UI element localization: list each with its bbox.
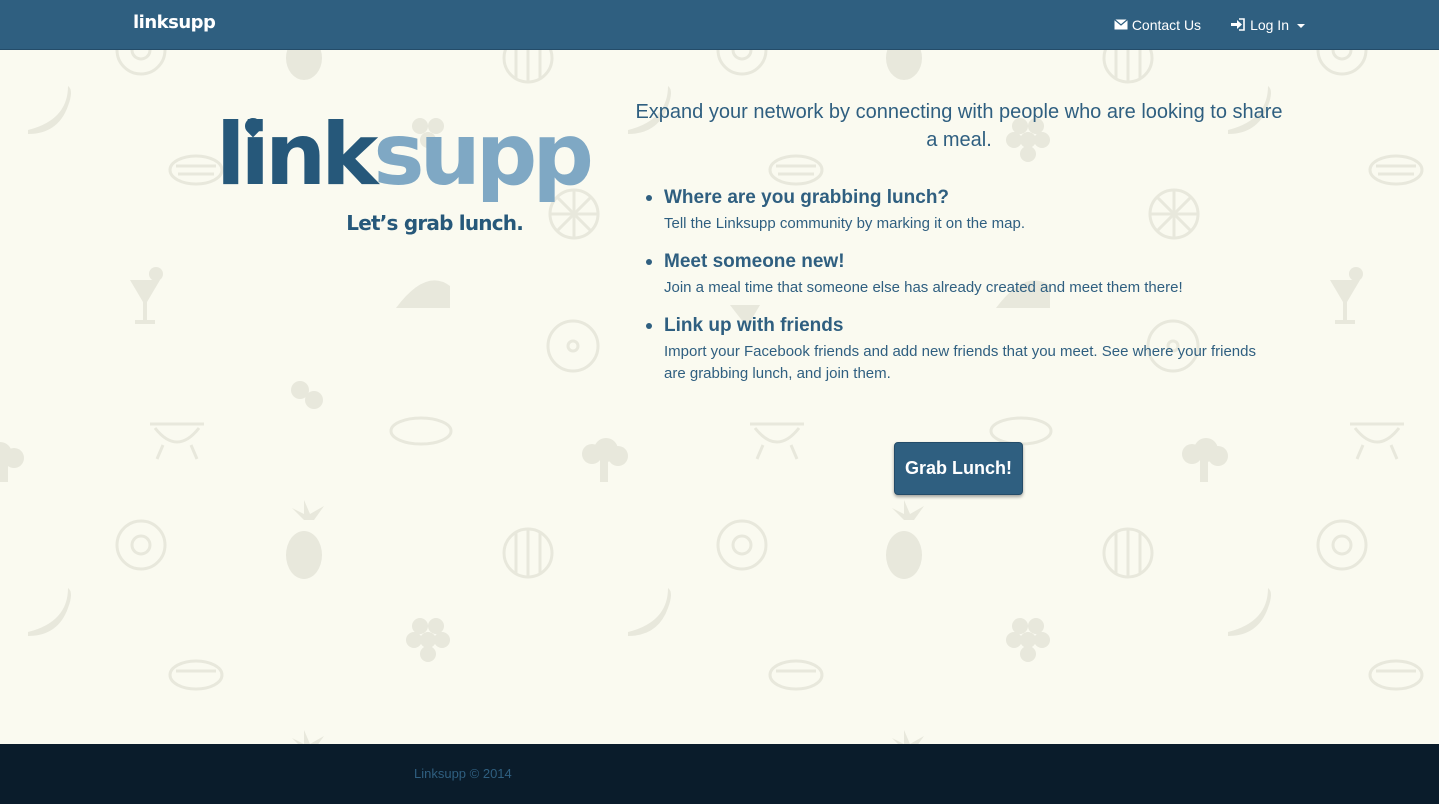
steak-icon [168, 659, 224, 691]
donut-icon [115, 50, 167, 76]
banana-icon [1228, 588, 1271, 636]
contact-us-label: Contact Us [1131, 16, 1202, 33]
footer-copyright: Linksupp © 2014 [414, 766, 512, 781]
feature-item: Meet someone new! Join a meal time that … [646, 250, 1264, 299]
watermelon-icon [1102, 50, 1154, 84]
steak-icon [168, 154, 224, 186]
pineapple-icon [886, 50, 922, 80]
logo-word-light: supp [373, 105, 594, 205]
broccoli-icon [582, 438, 628, 482]
feature-title: Link up with friends [664, 315, 844, 336]
feature-item: Where are you grabbing lunch? Tell the L… [646, 186, 1264, 235]
navbar-brand-link[interactable]: linksupp [133, 12, 216, 33]
feature-description: Tell the Linksupp community by marking i… [664, 215, 1026, 232]
feature-title: Where are you grabbing lunch? [664, 187, 950, 208]
banana-icon [28, 588, 71, 636]
steak-icon [1368, 154, 1424, 186]
donut-icon [1316, 50, 1368, 76]
log-in-dropdown[interactable]: Log In [1231, 17, 1305, 33]
pineapple-icon [886, 500, 924, 579]
watermelon-icon [502, 527, 554, 579]
feature-description: Join a meal time that someone else has a… [664, 279, 1183, 296]
sausage-icon [389, 416, 453, 446]
donut-icon [716, 50, 768, 76]
log-in-label: Log In [1250, 16, 1289, 33]
donut-icon [716, 519, 768, 571]
broccoli-icon [1182, 438, 1228, 482]
pineapple-icon [892, 730, 924, 744]
steak-icon [768, 154, 824, 186]
banana-icon [628, 588, 671, 636]
grill-icon [150, 422, 204, 460]
cherries-icon [291, 381, 323, 409]
watermelon-icon [502, 50, 554, 84]
donut-icon [1316, 519, 1368, 571]
grill-icon [1350, 422, 1404, 460]
linksupp-logo: linksupp Let’s grab lunch. [216, 112, 594, 242]
logo-wordmark: linksupp [216, 112, 594, 198]
banana-icon [28, 86, 71, 134]
sign-in-icon [1231, 18, 1246, 31]
turkey-icon [396, 280, 450, 308]
pineapple-icon [286, 50, 322, 80]
feature-title: Meet someone new! [664, 251, 845, 272]
steak-icon [1368, 659, 1424, 691]
top-navbar: linksupp Contact Us Log In [0, 0, 1439, 50]
envelope-icon [1113, 19, 1128, 30]
donut-icon [115, 519, 167, 571]
feature-description: Import your Facebook friends and add new… [664, 343, 1256, 382]
sausage-icon [989, 416, 1053, 446]
cocktail-icon [1330, 267, 1363, 324]
grab-lunch-button[interactable]: Grab Lunch! [894, 442, 1023, 495]
watermelon-icon [1102, 527, 1154, 579]
navbar-right-menu: Contact Us Log In [1113, 0, 1305, 49]
grill-icon [750, 422, 804, 460]
page-footer: Linksupp © 2014 [0, 744, 1439, 804]
logo-word-dark: link [216, 105, 378, 205]
feature-item: Link up with friends Import your Faceboo… [646, 314, 1264, 385]
cocktail-icon [130, 267, 163, 324]
broccoli-icon [0, 442, 24, 482]
logo-tagline: Let’s grab lunch. [346, 211, 524, 235]
grapes-icon [1006, 618, 1050, 662]
contact-us-link[interactable]: Contact Us [1113, 16, 1202, 33]
pineapple-icon [286, 500, 324, 579]
caret-down-icon [1297, 23, 1305, 28]
grapes-icon [406, 618, 450, 662]
steak-icon [768, 659, 824, 691]
pizza-icon [546, 319, 600, 373]
intro-text: Expand your network by connecting with p… [635, 101, 1283, 151]
pineapple-icon [292, 730, 324, 744]
feature-list: Where are you grabbing lunch? Tell the L… [646, 186, 1264, 400]
